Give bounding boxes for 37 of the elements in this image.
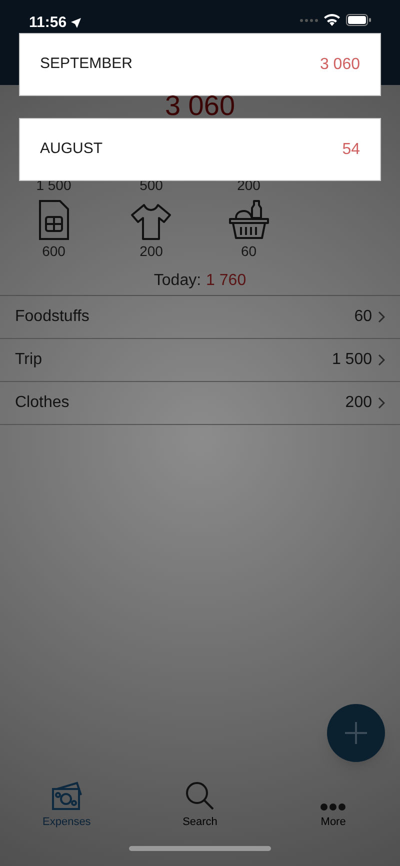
- chevron-right-icon: [378, 354, 385, 366]
- status-time: 11:56: [29, 13, 67, 33]
- tab-item[interactable]: Expenses: [0, 775, 134, 830]
- wifi-icon: [324, 14, 340, 26]
- expense-amount: 60: [354, 307, 372, 327]
- sim-card-icon: [38, 199, 70, 241]
- more-icon: [320, 802, 346, 810]
- plus-icon: [345, 722, 367, 744]
- month-card[interactable]: SEPTEMBER 3 060: [19, 33, 381, 96]
- expense-row[interactable]: Foodstuffs 60: [0, 296, 400, 339]
- today-amount: 1 760: [206, 271, 246, 291]
- month-name: AUGUST: [40, 139, 103, 160]
- chevron-right-icon: [378, 397, 385, 409]
- tab-item[interactable]: Search: [133, 775, 267, 830]
- grocery-basket-icon: [228, 199, 270, 241]
- month-name: SEPTEMBER: [40, 54, 133, 74]
- category-amount: 200: [140, 242, 163, 261]
- category-amount: 600: [42, 242, 66, 261]
- signal-dots-icon: [300, 18, 318, 22]
- today-label: Today:: [154, 271, 202, 291]
- expense-row[interactable]: Trip 1 500: [0, 339, 400, 382]
- battery-icon: [346, 14, 371, 26]
- month-amount: 3 060: [320, 54, 360, 74]
- search-icon: [184, 780, 215, 810]
- expense-name: Clothes: [15, 393, 70, 413]
- chevron-right-icon: [378, 311, 385, 323]
- month-amount: 54: [342, 140, 360, 160]
- category-amount: 60: [240, 242, 257, 261]
- t-shirt-icon: [130, 203, 172, 241]
- location-arrow-icon: [70, 18, 81, 28]
- tab-item[interactable]: More: [266, 775, 400, 830]
- expense-row[interactable]: Clothes 200: [0, 382, 400, 425]
- expense-amount: 200: [345, 393, 372, 413]
- expense-amount: 1 500: [332, 350, 372, 370]
- month-card[interactable]: AUGUST 54: [19, 118, 381, 181]
- expense-name: Foodstuffs: [15, 307, 90, 327]
- expense-name: Trip: [15, 350, 42, 370]
